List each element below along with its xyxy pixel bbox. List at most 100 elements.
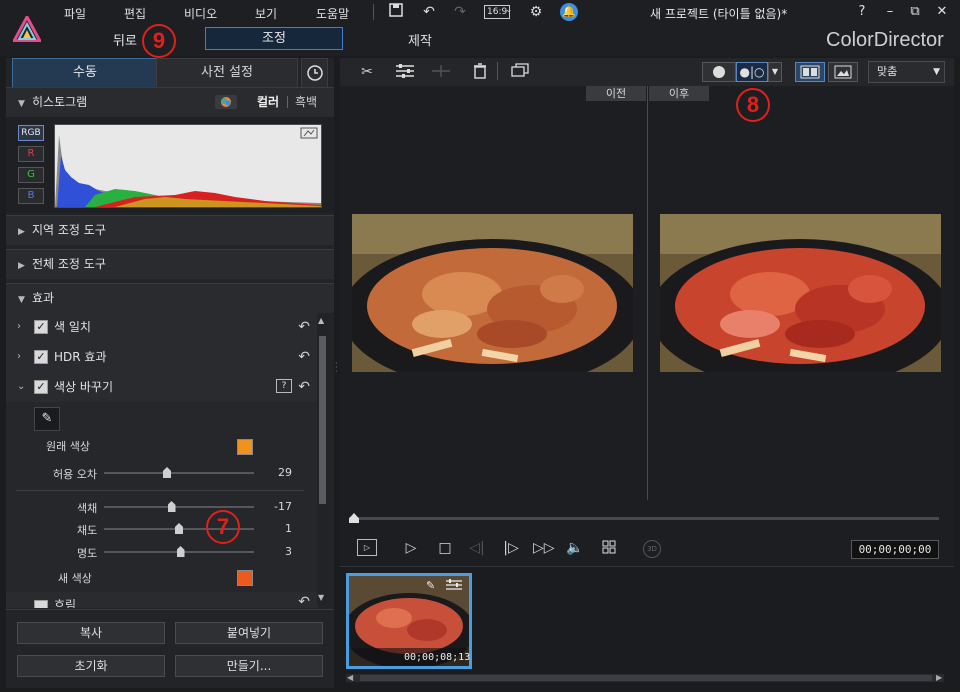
- produce-mode-button[interactable]: 제작: [408, 30, 432, 49]
- next-frame-icon[interactable]: |▷: [502, 539, 520, 557]
- volume-icon[interactable]: 🔈: [566, 539, 584, 557]
- filmstrip-scroll-thumb[interactable]: [360, 675, 932, 681]
- menu-file[interactable]: 파일: [64, 5, 86, 22]
- effect-checkbox[interactable]: ✓: [34, 380, 48, 394]
- side-by-side-button[interactable]: [795, 62, 825, 82]
- menu-divider: [373, 4, 374, 20]
- notification-icon[interactable]: 🔔: [560, 3, 578, 21]
- reset-undo-icon[interactable]: ↶: [298, 372, 310, 402]
- help-button[interactable]: ?: [852, 4, 872, 19]
- timeline-slider[interactable]: [349, 517, 939, 520]
- fast-forward-icon[interactable]: ▷▷: [533, 539, 555, 557]
- reset-undo-icon[interactable]: ↶: [298, 342, 310, 372]
- single-view-button[interactable]: [702, 62, 736, 82]
- tolerance-label: 허용 오차: [53, 468, 97, 481]
- scroll-up-icon[interactable]: ▲: [318, 316, 324, 325]
- stop-icon[interactable]: □: [436, 539, 454, 557]
- snapshot-icon[interactable]: [509, 63, 531, 81]
- gear-icon[interactable]: ⚙: [527, 3, 545, 21]
- restore-icon[interactable]: ⧉: [905, 4, 925, 19]
- adjust-grid-icon[interactable]: [394, 63, 416, 81]
- caret-down-icon: ▼: [18, 99, 25, 109]
- effect-checkbox[interactable]: [34, 600, 48, 608]
- save-icon[interactable]: [387, 3, 405, 21]
- compare-divider[interactable]: [647, 86, 648, 500]
- menu-help[interactable]: 도움말: [316, 5, 349, 22]
- trash-icon[interactable]: [469, 63, 491, 81]
- caret-down-icon: ▼: [18, 295, 25, 305]
- snapshot-grid-icon[interactable]: [600, 539, 618, 557]
- clip-duration: 00;00;08;13: [404, 652, 471, 663]
- scissors-icon[interactable]: ✂: [356, 63, 378, 81]
- scroll-down-icon[interactable]: ▼: [318, 593, 324, 602]
- reset-undo-icon[interactable]: ↶: [298, 312, 310, 342]
- effect-label: 흐림: [54, 598, 77, 608]
- menu-video[interactable]: 비디오: [184, 5, 217, 22]
- full-view-button[interactable]: [828, 62, 858, 82]
- reset-undo-icon[interactable]: ↶: [298, 594, 310, 608]
- panel-splitter[interactable]: · · ·: [335, 360, 338, 376]
- compare-view-button[interactable]: ●|○: [736, 62, 768, 82]
- menu-view[interactable]: 보기: [255, 5, 277, 22]
- original-color-swatch[interactable]: [237, 439, 253, 455]
- before-photo: [352, 214, 633, 372]
- split-icon[interactable]: [430, 63, 452, 81]
- scroll-left-icon[interactable]: ◀: [347, 673, 353, 682]
- create-preset-button[interactable]: 만들기...: [175, 655, 323, 677]
- undo-icon[interactable]: ↶: [420, 3, 438, 21]
- effect-label: 색 일치: [54, 320, 91, 334]
- local-adjust-header[interactable]: ▶ 지역 조정 도구: [6, 215, 334, 245]
- histogram-header[interactable]: ▼ 히스토그램: [6, 87, 334, 117]
- hue-slider[interactable]: [104, 506, 254, 508]
- preview-mode-icon[interactable]: ▷: [357, 539, 377, 556]
- adjusted-badge-icon: [445, 579, 463, 594]
- tolerance-slider[interactable]: [104, 472, 254, 474]
- color-wheel-icon[interactable]: [215, 95, 237, 109]
- channel-r-button[interactable]: R: [18, 146, 44, 162]
- hue-value: -17: [274, 500, 292, 513]
- channel-rgb-button[interactable]: RGB: [18, 125, 44, 141]
- paste-button[interactable]: 붙여넣기: [175, 622, 323, 644]
- effect-checkbox[interactable]: ✓: [34, 320, 48, 334]
- effect-row-hdr[interactable]: › ✓ HDR 효과 ↶: [6, 342, 318, 372]
- redo-icon[interactable]: ↷: [451, 3, 469, 21]
- back-button[interactable]: 뒤로: [113, 30, 137, 49]
- stereo-3d-icon[interactable]: 3D: [643, 540, 661, 558]
- channel-g-button[interactable]: G: [18, 167, 44, 183]
- after-photo: [660, 214, 941, 372]
- effect-checkbox[interactable]: ✓: [34, 350, 48, 364]
- view-dropdown-button[interactable]: ▼: [768, 62, 782, 82]
- brand-name: ColorDirector: [826, 29, 944, 51]
- scroll-thumb[interactable]: [319, 336, 326, 504]
- menu-edit[interactable]: 편집: [124, 5, 146, 22]
- new-color-label: 새 색상: [58, 572, 92, 585]
- minimize-icon[interactable]: –: [880, 4, 900, 19]
- scroll-right-icon[interactable]: ▶: [936, 673, 942, 682]
- global-adjust-header[interactable]: ▶ 전체 조정 도구: [6, 249, 334, 279]
- histogram-color-toggle[interactable]: 컬러: [257, 93, 279, 110]
- effect-row-color-replace[interactable]: ⌄ ✓ 색상 바꾸기 ? ↶: [6, 372, 318, 402]
- new-color-swatch[interactable]: [237, 570, 253, 586]
- chevron-down-icon[interactable]: ⌄: [505, 5, 513, 15]
- effect-row-color-match[interactable]: › ✓ 색 일치 ↶: [6, 312, 318, 342]
- tolerance-value: 29: [278, 466, 292, 479]
- tab-preset[interactable]: 사전 설정: [156, 58, 298, 87]
- zoom-fit-value: 맞춤: [877, 65, 898, 78]
- annotation-marker-9: 9: [142, 24, 176, 58]
- help-tip-icon[interactable]: ?: [276, 379, 292, 393]
- eyedropper-icon[interactable]: ✎: [34, 407, 60, 431]
- copy-button[interactable]: 복사: [17, 622, 165, 644]
- tab-history[interactable]: [301, 58, 328, 87]
- adjust-mode-button[interactable]: 조정: [205, 27, 343, 50]
- expand-histogram-icon[interactable]: [300, 127, 318, 139]
- tab-manual[interactable]: 수동: [12, 58, 158, 87]
- channel-b-button[interactable]: B: [18, 188, 44, 204]
- prev-frame-icon[interactable]: ◁|: [468, 539, 486, 557]
- effect-row-partial[interactable]: 흐림 ↶: [6, 592, 318, 608]
- close-icon[interactable]: ✕: [932, 4, 952, 19]
- effects-header[interactable]: ▼ 효과: [6, 283, 334, 313]
- zoom-fit-select[interactable]: 맞춤 ▼: [868, 61, 945, 83]
- reset-button[interactable]: 초기화: [17, 655, 165, 677]
- play-icon[interactable]: ▷: [402, 539, 420, 557]
- histogram-mono-toggle[interactable]: 흑백: [295, 93, 317, 110]
